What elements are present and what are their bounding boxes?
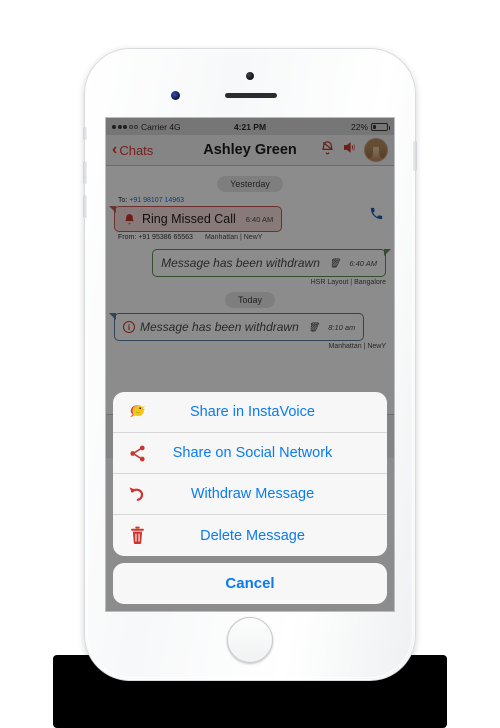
power-button[interactable]	[413, 141, 417, 171]
action-sheet-options: Share in InstaVoice Share on Social Netw…	[113, 392, 387, 556]
home-button[interactable]	[227, 617, 273, 663]
cancel-label: Cancel	[225, 575, 275, 592]
trash-icon	[120, 526, 154, 545]
share-icon	[120, 444, 154, 463]
action-sheet: Share in InstaVoice Share on Social Netw…	[106, 385, 394, 611]
action-label: Withdraw Message	[190, 486, 315, 502]
silent-switch[interactable]	[83, 127, 87, 140]
phone-screen: Carrier 4G 4:21 PM 22% ‹ Chats Ashley Gr…	[105, 117, 395, 612]
action-withdraw-message[interactable]: Withdraw Message	[113, 474, 387, 515]
action-delete-message[interactable]: Delete Message	[113, 515, 387, 556]
screenshot-stage: Carrier 4G 4:21 PM 22% ‹ Chats Ashley Gr…	[0, 0, 500, 728]
iphone-device-frame: Carrier 4G 4:21 PM 22% ‹ Chats Ashley Gr…	[83, 48, 417, 681]
action-share-in-instavoice[interactable]: Share in InstaVoice	[113, 392, 387, 433]
cancel-button[interactable]: Cancel	[113, 563, 387, 604]
action-label: Share on Social Network	[172, 445, 333, 461]
front-camera-icon	[246, 72, 254, 80]
action-label: Delete Message	[200, 527, 305, 544]
earpiece-speaker	[225, 93, 277, 98]
action-sheet-cancel: Cancel	[113, 563, 387, 604]
action-label: Share in InstaVoice	[190, 404, 315, 420]
proximity-sensor-icon	[171, 91, 180, 100]
action-share-on-social-network[interactable]: Share on Social Network	[113, 433, 387, 474]
volume-up-button[interactable]	[83, 161, 87, 184]
undo-arrow-icon	[120, 484, 154, 504]
parrot-icon	[120, 403, 154, 421]
volume-down-button[interactable]	[83, 195, 87, 218]
